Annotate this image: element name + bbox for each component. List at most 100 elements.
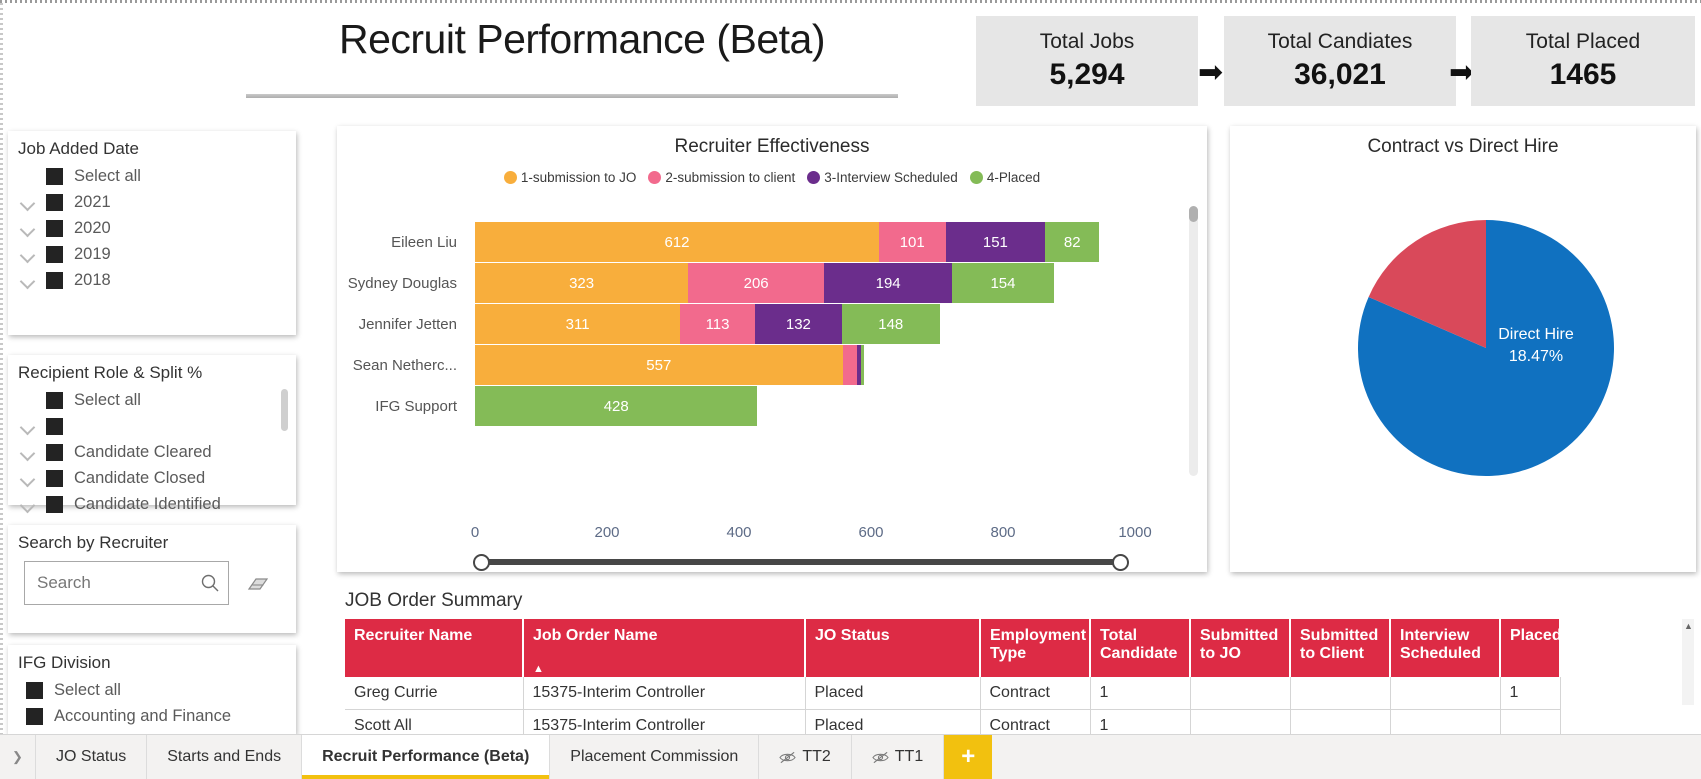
- bar-segment[interactable]: 323: [475, 263, 688, 303]
- bar-stack[interactable]: 557: [475, 345, 864, 385]
- checkbox[interactable]: [46, 418, 63, 435]
- bar-row[interactable]: Sydney Douglas323206194154: [337, 263, 1207, 303]
- checkbox[interactable]: [46, 246, 63, 263]
- chart-legend[interactable]: 1-submission to JO 2-submission to client…: [337, 170, 1207, 185]
- kpi-card-total-jobs[interactable]: Total Jobs 5,294: [976, 16, 1198, 106]
- search-icon[interactable]: [200, 573, 220, 593]
- search-input[interactable]: Search: [37, 573, 200, 593]
- scroll-up-icon[interactable]: ▲: [1684, 621, 1693, 631]
- slicer-item[interactable]: Candidate Cleared: [8, 439, 296, 465]
- checkbox[interactable]: [46, 194, 63, 211]
- chevron-down-icon[interactable]: [18, 468, 38, 488]
- bar-segment[interactable]: 612: [475, 222, 879, 262]
- chevron-down-icon[interactable]: [18, 442, 38, 462]
- report-tab-placement-commission[interactable]: Placement Commission: [550, 735, 759, 779]
- slicer-item[interactable]: [8, 413, 296, 439]
- report-tab-recruit-performance-beta[interactable]: Recruit Performance (Beta): [302, 735, 550, 779]
- checkbox[interactable]: [46, 168, 63, 185]
- table-column-header[interactable]: Total Candidate: [1090, 619, 1190, 677]
- tab-scroll-left-button[interactable]: ❯: [0, 735, 36, 779]
- bar-segment[interactable]: 206: [688, 263, 824, 303]
- slicer-job-added-date[interactable]: Job Added Date Select all202120202019201…: [8, 131, 296, 335]
- kpi-card-total-candidates[interactable]: Total Candiates 36,021: [1224, 16, 1456, 106]
- checkbox[interactable]: [46, 470, 63, 487]
- bar-segment[interactable]: 113: [680, 304, 755, 344]
- eraser-icon[interactable]: [246, 575, 270, 593]
- slicer-item[interactable]: Select all: [8, 163, 296, 189]
- report-tab-starts-and-ends[interactable]: Starts and Ends: [147, 735, 302, 779]
- table-column-header[interactable]: JO Status: [805, 619, 980, 677]
- legend-item[interactable]: 4-Placed: [970, 170, 1040, 185]
- slicer-item[interactable]: Accounting and Finance: [8, 703, 296, 729]
- checkbox[interactable]: [46, 392, 63, 409]
- table-body[interactable]: Greg Currie15375-Interim ControllerPlace…: [345, 677, 1560, 743]
- slicer-ifg-division[interactable]: IFG Division Select allAccounting and Fi…: [8, 645, 296, 735]
- checkbox[interactable]: [26, 682, 43, 699]
- bar-segment[interactable]: 311: [475, 304, 680, 344]
- slicer-item[interactable]: 2020: [8, 215, 296, 241]
- table-header-row[interactable]: Recruiter NameJob Order NameJO StatusEmp…: [345, 619, 1560, 677]
- table-row[interactable]: Greg Currie15375-Interim ControllerPlace…: [345, 677, 1560, 710]
- checkbox[interactable]: [26, 708, 43, 725]
- slicer-item[interactable]: 2019: [8, 241, 296, 267]
- report-tab-bar[interactable]: ❯ JO StatusStarts and EndsRecruit Perfor…: [0, 734, 1701, 779]
- slicer-item[interactable]: Select all: [8, 677, 296, 703]
- chevron-down-icon[interactable]: [18, 270, 38, 290]
- report-tab-jo-status[interactable]: JO Status: [36, 735, 147, 779]
- bar-stack[interactable]: 428: [475, 386, 757, 426]
- bar-segment[interactable]: 194: [824, 263, 952, 303]
- chart-recruiter-effectiveness[interactable]: Recruiter Effectiveness 1-submission to …: [337, 126, 1207, 572]
- chart-vertical-scrollbar[interactable]: [1189, 206, 1198, 476]
- table-column-header[interactable]: Interview Scheduled: [1390, 619, 1500, 677]
- slicer-search-by-recruiter[interactable]: Search by Recruiter Search: [8, 525, 296, 633]
- table-column-header[interactable]: Job Order Name: [523, 619, 805, 677]
- slicer-item-list[interactable]: Select allCandidate ClearedCandidate Clo…: [8, 387, 296, 517]
- table-column-header[interactable]: Placed: [1500, 619, 1560, 677]
- checkbox[interactable]: [46, 272, 63, 289]
- legend-item[interactable]: 1-submission to JO: [504, 170, 637, 185]
- slicer-item-list[interactable]: Select allAccounting and Finance: [8, 677, 296, 729]
- report-tab-tt1[interactable]: TT1: [852, 735, 944, 779]
- scrollbar-thumb[interactable]: [1189, 206, 1198, 222]
- table-column-header[interactable]: Employment Type: [980, 619, 1090, 677]
- table-scrollbar[interactable]: ▲: [1682, 619, 1694, 705]
- bar-segment[interactable]: 151: [946, 222, 1046, 262]
- bar-stack[interactable]: 323206194154: [475, 263, 1054, 303]
- tab-list[interactable]: JO StatusStarts and EndsRecruit Performa…: [36, 735, 944, 779]
- legend-item[interactable]: 3-Interview Scheduled: [807, 170, 958, 185]
- bar-segment[interactable]: 82: [1045, 222, 1099, 262]
- bar-segment[interactable]: 101: [879, 222, 946, 262]
- bar-segment[interactable]: [843, 345, 858, 385]
- slicer-item[interactable]: 2021: [8, 189, 296, 215]
- chart-plot-area[interactable]: Eileen Liu61210115182Sydney Douglas32320…: [337, 222, 1207, 522]
- report-tab-tt2[interactable]: TT2: [759, 735, 851, 779]
- chart-contract-vs-direct-hire[interactable]: Contract vs Direct Hire Direct Hire 18.4…: [1230, 126, 1696, 572]
- bar-row[interactable]: Eileen Liu61210115182: [337, 222, 1207, 262]
- chevron-down-icon[interactable]: [18, 416, 38, 436]
- chevron-down-icon[interactable]: [18, 494, 38, 514]
- slicer-recipient-role-split[interactable]: Recipient Role & Split % Select allCandi…: [8, 355, 296, 505]
- slicer-item[interactable]: Select all: [8, 387, 296, 413]
- slider-knob-left[interactable]: [473, 554, 490, 571]
- bar-segment[interactable]: 557: [475, 345, 843, 385]
- bar-segment[interactable]: 132: [755, 304, 842, 344]
- table-job-order-summary[interactable]: JOB Order Summary Recruiter NameJob Orde…: [337, 586, 1696, 711]
- table-column-header[interactable]: Submitted to JO: [1190, 619, 1290, 677]
- chart-range-slider[interactable]: [473, 554, 1129, 570]
- pie-plot-area[interactable]: Direct Hire 18.47% Contract 81.53%: [1230, 184, 1696, 524]
- bar-stack[interactable]: 311113132148: [475, 304, 940, 344]
- slider-knob-right[interactable]: [1112, 554, 1129, 571]
- slicer-scrollbar[interactable]: [281, 389, 288, 431]
- bar-segment[interactable]: [861, 345, 864, 385]
- bar-segment[interactable]: 148: [842, 304, 940, 344]
- checkbox[interactable]: [46, 496, 63, 513]
- table-column-header[interactable]: Recruiter Name: [345, 619, 523, 677]
- bar-segment[interactable]: 154: [952, 263, 1054, 303]
- legend-item[interactable]: 2-submission to client: [648, 170, 795, 185]
- slicer-item[interactable]: 2018: [8, 267, 296, 293]
- checkbox[interactable]: [46, 444, 63, 461]
- bar-row[interactable]: Jennifer Jetten311113132148: [337, 304, 1207, 344]
- slicer-item-list[interactable]: Select all2021202020192018: [8, 163, 296, 293]
- bar-row[interactable]: Sean Netherc...557: [337, 345, 1207, 385]
- add-page-button[interactable]: +: [944, 735, 992, 779]
